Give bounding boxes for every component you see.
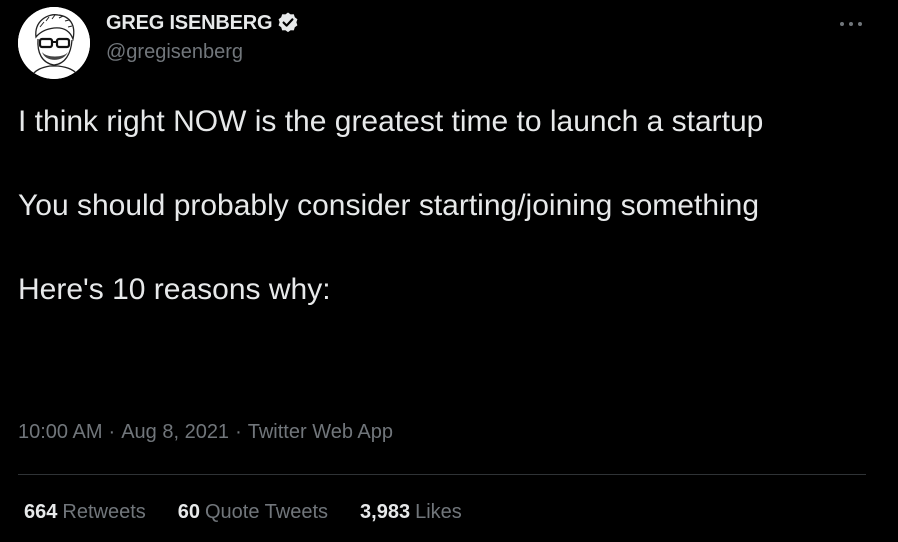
retweets-count: 664 [24,501,58,523]
meta-separator: · [235,421,242,443]
quote-tweets-stat[interactable]: 60 Quote Tweets [178,501,328,524]
tweet-meta: 10:00 AM · Aug 8, 2021 · Twitter Web App [18,421,393,444]
timestamp-date[interactable]: Aug 8, 2021 [121,421,229,443]
retweets-stat[interactable]: 664 Retweets [24,501,146,524]
engagement-stats: 664 Retweets 60 Quote Tweets 3,983 Likes [24,501,494,524]
handle[interactable]: @gregisenberg [106,41,300,64]
quote-tweets-count: 60 [177,501,200,523]
quote-tweets-label: Quote Tweets [205,501,329,523]
display-name-row: GREG ISENBERG [106,10,300,36]
timestamp-time[interactable]: 10:00 AM [18,421,103,443]
tweet-paragraph: You should probably consider starting/jo… [18,189,760,222]
more-button[interactable] [834,14,868,34]
divider [18,474,866,475]
source-link[interactable]: Twitter Web App [248,421,393,443]
retweets-label: Retweets [62,501,146,523]
tweet-paragraph: I think right NOW is the greatest time t… [18,105,764,138]
display-name[interactable]: GREG ISENBERG [106,12,273,35]
avatar[interactable] [18,7,90,79]
tweet: GREG ISENBERG @gregisenberg I think righ… [0,0,898,542]
meta-separator: · [108,421,116,443]
likes-label: Likes [415,501,462,523]
tweet-paragraph: Here's 10 reasons why: [18,273,331,306]
likes-count: 3,983 [360,501,411,523]
author-block[interactable]: GREG ISENBERG @gregisenberg [106,10,300,64]
tweet-text: I think right NOW is the greatest time t… [18,101,878,311]
avatar-illustration [18,7,90,79]
likes-stat[interactable]: 3,983 Likes [360,501,462,524]
verified-badge-icon [276,11,300,35]
more-horizontal-icon [840,22,862,26]
